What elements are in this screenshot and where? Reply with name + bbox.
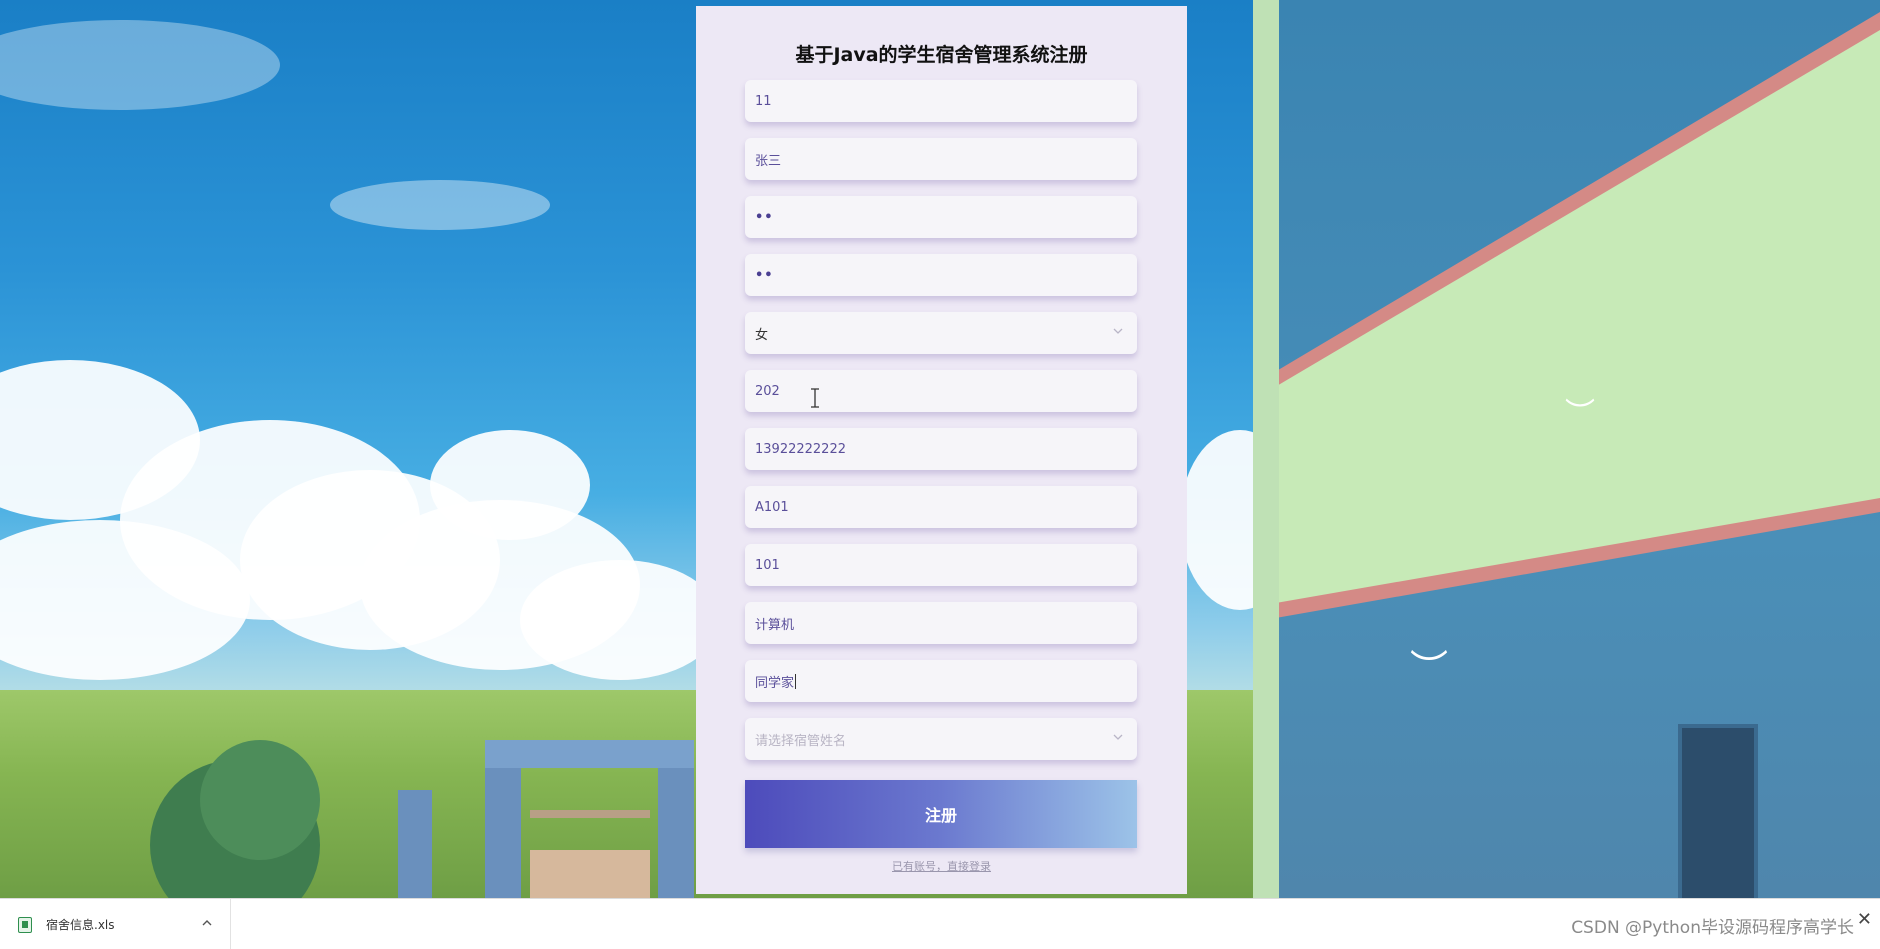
age-input[interactable]: 202 [745, 370, 1137, 412]
gender-select[interactable]: 女 [745, 312, 1137, 354]
door-illustration [1678, 724, 1758, 906]
download-bar: 宿舍信息.xls CSDN @Python毕设源码程序高学长 ✕ [0, 898, 1880, 949]
class-value: 同学家 [755, 675, 795, 691]
age-value: 202 [755, 383, 780, 399]
building-input[interactable]: A101 [745, 486, 1137, 528]
building-value: A101 [755, 499, 789, 515]
room-input[interactable]: 101 [745, 544, 1137, 586]
text-caret [795, 673, 797, 689]
register-panel: 基于Java的学生宿舍管理系统注册 11 张三 •• •• 女 202 1392… [696, 6, 1187, 894]
chevron-up-icon[interactable] [201, 917, 213, 929]
text-cursor-icon [811, 388, 819, 408]
bird-illustration: ︶ [1410, 647, 1449, 691]
download-file-name: 宿舍信息.xls [46, 918, 115, 932]
chevron-down-icon [1113, 734, 1123, 740]
class-input[interactable]: 同学家 [745, 660, 1137, 702]
confirm-password-input[interactable]: •• [745, 254, 1137, 296]
download-item[interactable]: 宿舍信息.xls [0, 899, 231, 949]
account-value: 11 [755, 93, 772, 109]
bird-illustration: ︶ [1565, 397, 1595, 432]
register-button[interactable]: 注册 [745, 780, 1137, 848]
confirm-password-value: •• [755, 267, 774, 283]
major-value: 计算机 [755, 617, 795, 633]
name-value: 张三 [755, 153, 782, 169]
gender-value: 女 [755, 327, 769, 343]
account-input[interactable]: 11 [745, 80, 1137, 122]
room-value: 101 [755, 557, 780, 573]
name-input[interactable]: 张三 [745, 138, 1137, 180]
password-input[interactable]: •• [745, 196, 1137, 238]
password-value: •• [755, 209, 774, 225]
close-icon[interactable]: ✕ [1857, 909, 1872, 930]
phone-value: 13922222222 [755, 441, 846, 457]
watermark: CSDN @Python毕设源码程序高学长 [1571, 918, 1854, 938]
dorm-manager-select[interactable]: 请选择宿管姓名 [745, 718, 1137, 760]
dorm-manager-placeholder: 请选择宿管姓名 [755, 733, 847, 749]
chevron-down-icon [1113, 328, 1123, 334]
login-link[interactable]: 已有账号，直接登录 [696, 858, 1187, 874]
excel-file-icon [18, 917, 32, 933]
major-input[interactable]: 计算机 [745, 602, 1137, 644]
phone-input[interactable]: 13922222222 [745, 428, 1137, 470]
register-title: 基于Java的学生宿舍管理系统注册 [795, 44, 1088, 66]
